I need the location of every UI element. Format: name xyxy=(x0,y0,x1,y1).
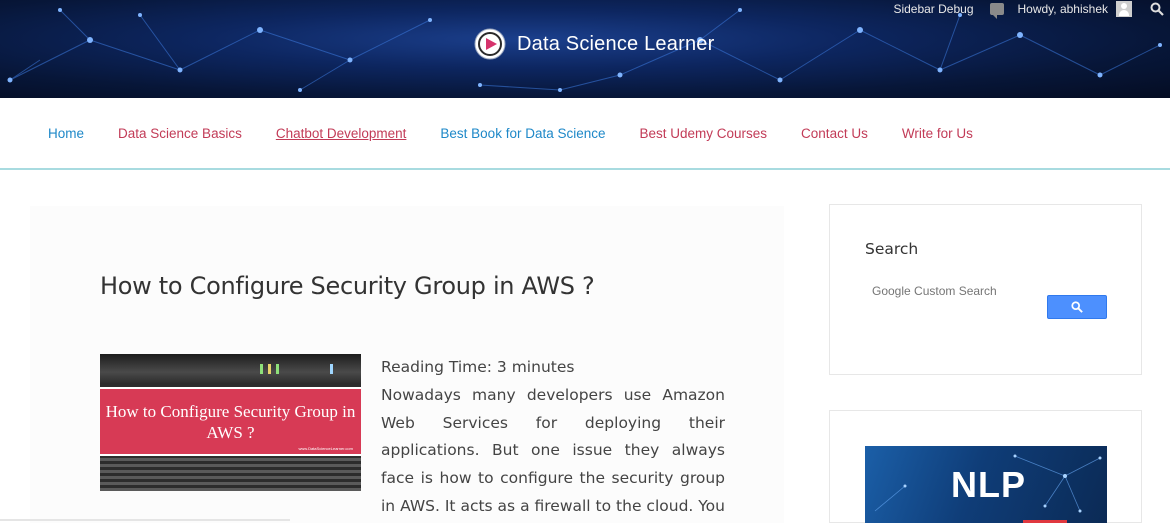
search-icon xyxy=(1071,301,1083,313)
comment-icon[interactable] xyxy=(989,3,1004,19)
nav-item-best-book[interactable]: Best Book for Data Science xyxy=(440,126,605,141)
nlp-ad-widget: NLP xyxy=(829,410,1142,523)
search-widget: Search xyxy=(829,204,1142,375)
reading-time: Reading Time: 3 minutes xyxy=(381,358,575,376)
server-rack-image-bottom xyxy=(100,458,361,491)
site-name: Data Science Learner xyxy=(517,32,715,55)
sidebar-debug-link[interactable]: Sidebar Debug xyxy=(893,2,973,16)
nav-item-contact-us[interactable]: Contact Us xyxy=(801,126,868,141)
nav-item-write-for-us[interactable]: Write for Us xyxy=(902,126,973,141)
search-widget-title: Search xyxy=(865,240,919,258)
divider xyxy=(0,519,290,521)
search-input[interactable] xyxy=(866,281,1042,301)
thumbnail-title-band: How to Configure Security Group in AWS ?… xyxy=(100,387,361,456)
search-button[interactable] xyxy=(1047,295,1107,319)
nlp-banner-text: NLP xyxy=(951,464,1026,505)
thumbnail-url: www.DataScienceLearner.com xyxy=(298,446,353,451)
nav-item-home[interactable]: Home xyxy=(48,126,84,141)
search-icon[interactable] xyxy=(1150,2,1164,16)
avatar[interactable] xyxy=(1116,1,1132,17)
post-title[interactable]: How to Configure Security Group in AWS ? xyxy=(100,272,595,300)
admin-toolbar: Sidebar Debug Howdy, abhishek xyxy=(893,0,1170,19)
logo-icon xyxy=(474,28,506,60)
main-navigation: Home Data Science Basics Chatbot Develop… xyxy=(0,98,1170,170)
post-excerpt: Reading Time: 3 minutes Nowadays many de… xyxy=(381,354,725,523)
site-header-banner: Sidebar Debug Howdy, abhishek Data Scien… xyxy=(0,0,1170,98)
thumbnail-title: How to Configure Security Group in AWS ? xyxy=(105,402,356,442)
site-brand[interactable]: Data Science Learner xyxy=(473,27,714,61)
post-thumbnail[interactable]: How to Configure Security Group in AWS ?… xyxy=(100,354,361,491)
nlp-banner[interactable]: NLP xyxy=(865,446,1107,523)
excerpt-text: Nowadays many developers use Amazon Web … xyxy=(381,385,725,515)
user-greeting[interactable]: Howdy, abhishek xyxy=(1018,2,1109,16)
nav-item-best-udemy-courses[interactable]: Best Udemy Courses xyxy=(640,126,768,141)
nav-item-data-science-basics[interactable]: Data Science Basics xyxy=(118,126,242,141)
nav-item-chatbot-development[interactable]: Chatbot Development xyxy=(276,126,407,141)
server-rack-image xyxy=(100,354,361,384)
